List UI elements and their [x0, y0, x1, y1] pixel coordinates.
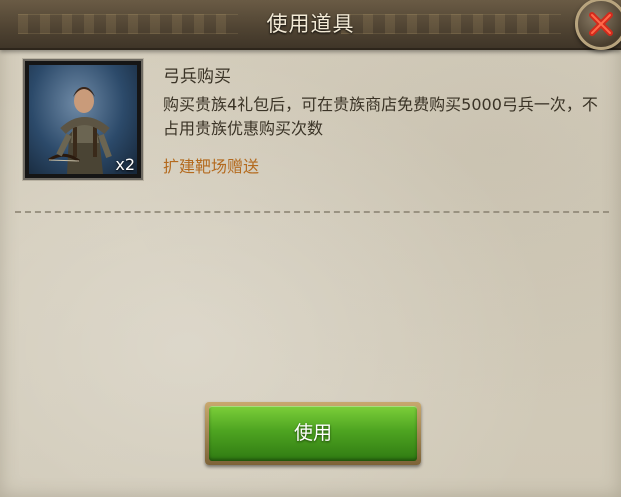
close-button[interactable] — [575, 0, 621, 50]
item-quantity-badge: x2 — [115, 155, 135, 174]
item-card[interactable]: x2 — [23, 59, 143, 180]
use-button-frame: 使用 — [205, 402, 421, 465]
use-button[interactable]: 使用 — [209, 406, 417, 461]
close-x-icon — [589, 12, 613, 36]
use-button-label: 使用 — [293, 422, 332, 444]
dialog-title: 使用道具 — [266, 12, 355, 36]
item-description: 购买贵族4礼包后，可在贵族商店免费购买5000弓兵一次，不占用贵族优惠购买次数 — [163, 95, 598, 138]
item-source-text: 扩建靶场赠送 — [163, 157, 260, 176]
section-divider — [15, 211, 609, 213]
item-name: 弓兵购买 — [163, 67, 231, 87]
use-item-dialog: 使用道具 x2 弓兵购买 购买贵族4礼包后，可在贵族商店免费购买5000弓兵一次… — [0, 0, 621, 497]
title-bar: 使用道具 — [0, 0, 621, 50]
